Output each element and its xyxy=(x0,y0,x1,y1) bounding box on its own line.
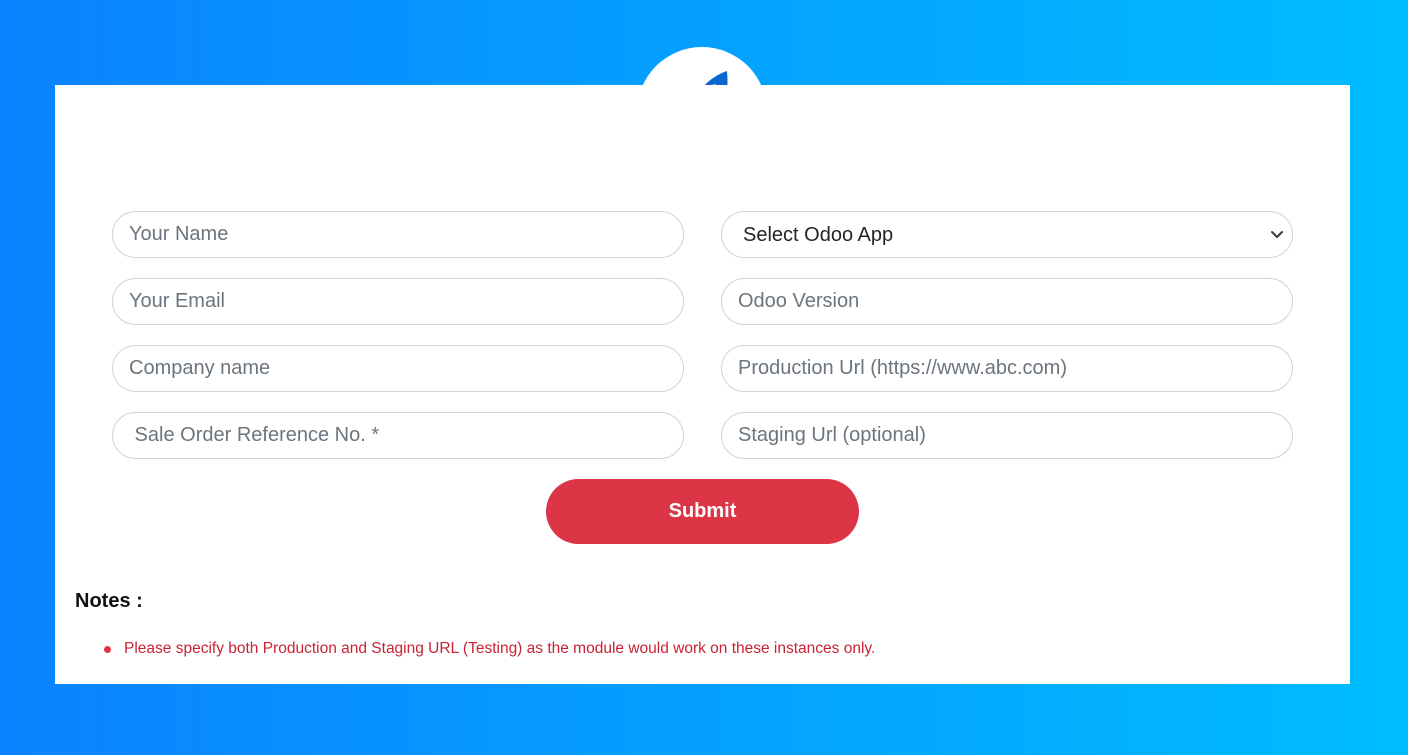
sale-order-reference-input[interactable] xyxy=(112,412,684,459)
note-text: Please specify both Production and Stagi… xyxy=(124,640,876,657)
bullet-icon xyxy=(104,646,111,653)
name-input[interactable] xyxy=(112,211,684,258)
company-name-input[interactable] xyxy=(112,345,684,392)
odoo-app-select[interactable]: Select Odoo App xyxy=(721,211,1293,258)
notes-list: Please specify both Production and Stagi… xyxy=(102,640,875,658)
chevron-down-icon xyxy=(1271,231,1283,238)
odoo-version-input[interactable] xyxy=(721,278,1293,325)
odoo-app-select-value: Select Odoo App xyxy=(743,224,894,246)
notes-title: Notes : xyxy=(75,590,143,612)
submit-button[interactable]: Submit xyxy=(546,479,859,544)
production-url-input[interactable] xyxy=(721,345,1293,392)
note-item: Please specify both Production and Stagi… xyxy=(102,640,875,658)
staging-url-input[interactable] xyxy=(721,412,1293,459)
support-request-card: Select Odoo App Submit Notes : Please sp… xyxy=(55,85,1350,684)
email-input[interactable] xyxy=(112,278,684,325)
